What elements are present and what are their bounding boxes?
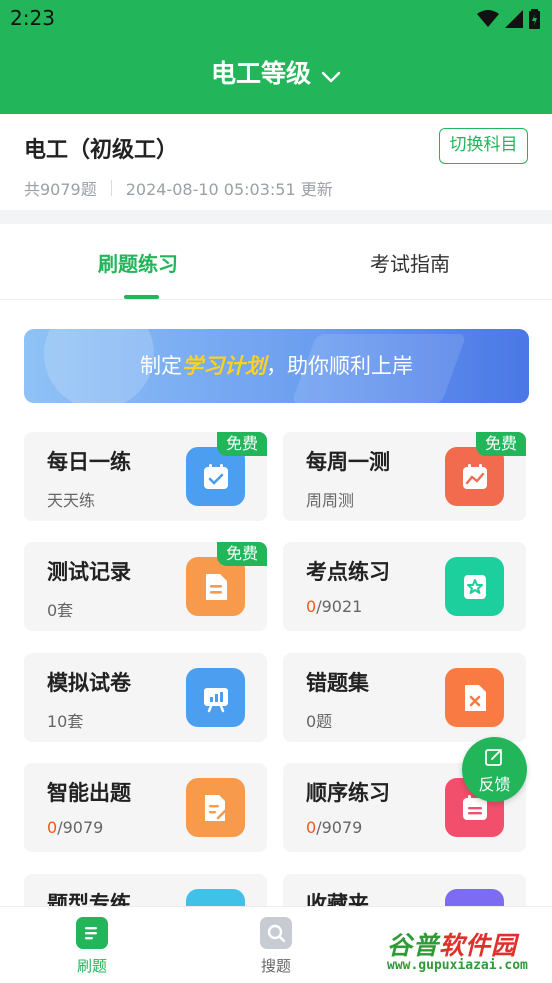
feedback-label: 反馈 <box>478 775 511 794</box>
card-title: 顺序练习 <box>306 781 390 805</box>
battery-icon <box>529 9 540 29</box>
card-wrong-questions[interactable]: 错题集 0题 <box>283 653 526 742</box>
card-mock-exam[interactable]: 模拟试卷 10套 <box>24 653 267 742</box>
search-question-icon <box>260 917 292 949</box>
tab-exam-guide[interactable]: 考试指南 <box>272 248 548 277</box>
card-title: 每周一测 <box>306 450 390 474</box>
subject-card: 电工（初级工） 切换科目 共9079题 2024-08-10 05:03:51 … <box>0 114 552 210</box>
card-subtitle: 0题 <box>306 712 333 731</box>
watermark-url: www.gupuxiazai.com <box>387 958 528 973</box>
card-smart-questions[interactable]: 智能出题 0/9079 <box>24 763 267 852</box>
banner-prefix: 制定 <box>140 354 182 378</box>
card-subtitle: 周周测 <box>306 491 355 510</box>
card-title: 测试记录 <box>47 560 131 584</box>
practice-icon <box>76 917 108 949</box>
card-title: 模拟试卷 <box>47 671 131 695</box>
status-time: 2:23 <box>10 6 55 30</box>
presentation-icon <box>186 668 245 727</box>
card-subtitle: 10套 <box>47 712 84 731</box>
app-header: 电工等级 <box>0 36 552 114</box>
feedback-button[interactable]: 反馈 <box>462 737 527 802</box>
nav-label: 搜题 <box>260 957 291 975</box>
card-progress: 0/9021 <box>306 597 362 616</box>
section-gap <box>0 210 552 224</box>
progress-total: /9079 <box>316 818 363 837</box>
card-subtitle: 0套 <box>47 601 74 620</box>
chevron-down-icon <box>321 61 341 90</box>
banner-suffix: ，助你顺利上岸 <box>266 354 413 378</box>
subject-name: 电工（初级工） <box>24 138 179 163</box>
wifi-icon <box>477 10 499 27</box>
header-title: 电工等级 <box>210 59 311 88</box>
site-watermark: 谷普软件园 www.gupuxiazai.com <box>383 924 549 978</box>
update-time: 2024-08-10 05:03:51 更新 <box>125 180 333 199</box>
banner-highlight: 学习计划 <box>182 354 266 378</box>
progress-done: 0 <box>47 818 58 837</box>
free-badge: 免费 <box>217 542 267 566</box>
watermark-name: 谷普软件园 <box>387 926 517 962</box>
card-daily-practice[interactable]: 每日一练 天天练 免费 <box>24 432 267 521</box>
progress-done: 0 <box>306 597 317 616</box>
level-selector[interactable]: 电工等级 <box>0 54 552 90</box>
banner-text: 制定学习计划，助你顺利上岸 <box>24 350 529 380</box>
status-bar: 2:23 <box>0 0 552 36</box>
signal-icon <box>505 10 523 28</box>
card-test-records[interactable]: 测试记录 0套 免费 <box>24 542 267 631</box>
watermark-name-a: 谷普 <box>387 931 440 960</box>
card-title: 考点练习 <box>306 560 390 584</box>
nav-practice[interactable]: 刷题 <box>52 917 132 976</box>
study-plan-banner[interactable]: 制定学习计划，助你顺利上岸 <box>24 329 529 403</box>
question-count: 共9079题 <box>24 180 97 199</box>
progress-total: /9021 <box>316 597 363 616</box>
subject-meta: 共9079题 2024-08-10 05:03:51 更新 <box>24 176 333 200</box>
card-title: 每日一练 <box>47 450 131 474</box>
switch-subject-button[interactable]: 切换科目 <box>439 128 528 164</box>
nav-label: 刷题 <box>76 957 107 975</box>
edit-doc-icon <box>186 778 245 837</box>
progress-done: 0 <box>306 818 317 837</box>
status-icons <box>477 9 540 29</box>
edit-icon <box>484 747 505 772</box>
progress-total: /9079 <box>57 818 104 837</box>
free-badge: 免费 <box>217 432 267 456</box>
active-tab-indicator <box>124 295 159 299</box>
star-frame-icon <box>445 557 504 616</box>
card-subtitle: 天天练 <box>47 491 96 510</box>
card-title: 错题集 <box>306 671 369 695</box>
card-weekly-test[interactable]: 每周一测 周周测 免费 <box>283 432 526 521</box>
card-title: 智能出题 <box>47 781 131 805</box>
tab-bar: 刷题练习 考试指南 <box>0 224 552 300</box>
watermark-name-b: 软件园 <box>439 931 518 960</box>
wrong-note-icon <box>445 668 504 727</box>
free-badge: 免费 <box>476 432 526 456</box>
card-progress: 0/9079 <box>47 818 103 837</box>
card-keypoint-practice[interactable]: 考点练习 0/9021 <box>283 542 526 631</box>
nav-search-question[interactable]: 搜题 <box>236 917 316 976</box>
card-progress: 0/9079 <box>306 818 362 837</box>
meta-divider <box>110 180 112 196</box>
tab-practice[interactable]: 刷题练习 <box>0 248 276 277</box>
